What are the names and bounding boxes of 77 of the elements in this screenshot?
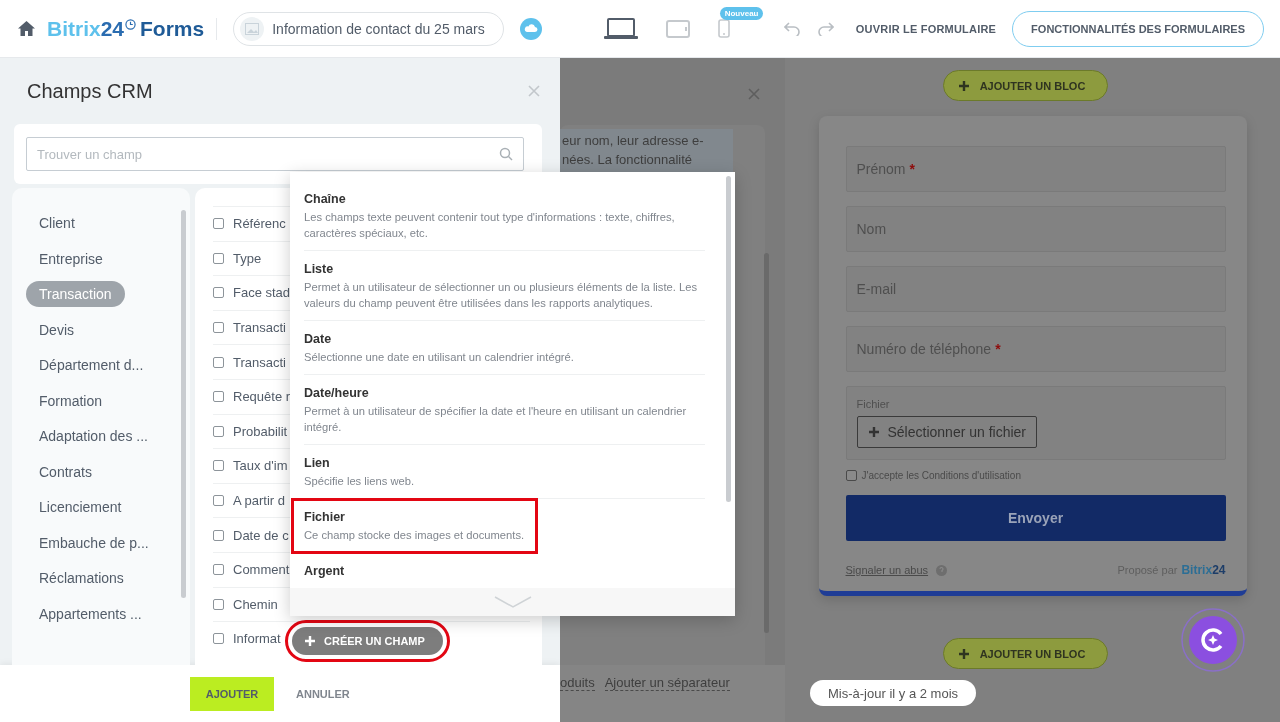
category-item[interactable]: Licenciement (26, 494, 135, 520)
update-status: Mis-à-jour il y a 2 mois (810, 680, 977, 706)
field-label: Requête r (233, 389, 291, 405)
new-badge: Nouveau (719, 7, 764, 20)
plus-icon (867, 426, 880, 438)
menu-item[interactable]: Lien Spécifie les liens web. (304, 445, 705, 499)
checkbox[interactable] (213, 564, 224, 576)
required-mark: * (909, 161, 915, 177)
field-label: Probabilit (233, 423, 288, 439)
add-block-button[interactable]: AJOUTER UN BLOC (942, 638, 1109, 669)
plus-icon (304, 635, 316, 647)
required-mark: * (995, 341, 1001, 357)
laptop-icon[interactable] (603, 17, 638, 40)
phone-icon[interactable] (717, 19, 730, 38)
plus-icon (957, 647, 970, 660)
tablet-icon[interactable] (665, 19, 690, 38)
open-form-link[interactable]: OUVRIR LE FORMULAIRE (855, 22, 997, 35)
checkbox[interactable] (213, 425, 224, 437)
field-label: Taux d'im (233, 458, 288, 474)
menu-item[interactable]: Date/heure Permet à un utilisateur de spécifier la date et l'heure en utilisant un calendrier intégré. (304, 375, 705, 445)
cancel-button[interactable]: ANNULER (290, 686, 356, 701)
redo-icon[interactable] (817, 21, 834, 36)
scrollbar[interactable] (726, 176, 731, 502)
category-item[interactable]: Appartements ... (26, 600, 155, 627)
field-label: Comment (233, 562, 290, 578)
undo-icon[interactable] (783, 21, 800, 36)
checkbox[interactable] (213, 252, 224, 264)
menu-item[interactable]: Chaîne Les champs texte peuvent contenir tout type d'informations : texte, chiffres, caractères spéciaux, etc. (304, 181, 705, 251)
checkbox[interactable] (213, 356, 224, 368)
add-button[interactable]: AJOUTER (190, 676, 274, 711)
menu-item[interactable]: Date Sélectionne une date en utilisant un calendrier intégré. (304, 321, 705, 375)
field-label: Face stad (233, 285, 291, 301)
checkbox[interactable] (213, 598, 224, 610)
category-item[interactable]: Formation (26, 387, 116, 414)
checkbox[interactable] (213, 495, 224, 507)
category-item[interactable]: Département d... (26, 352, 157, 378)
field-label: Chemin (233, 596, 278, 612)
category-item[interactable]: Entreprise (26, 245, 116, 272)
checkbox[interactable] (845, 470, 857, 481)
field-label: Date de c (233, 527, 289, 543)
field-label: Transacti (233, 320, 286, 336)
category-item[interactable]: Embauche de p... (26, 529, 162, 556)
search-field[interactable]: Trouver un champ (26, 137, 524, 171)
app-logo[interactable]: Bitrix24 Forms (47, 16, 205, 41)
category-item[interactable]: Client (26, 210, 88, 236)
search-icon (499, 147, 513, 161)
category-item[interactable]: Contrats (26, 458, 105, 485)
checkbox[interactable] (213, 322, 224, 334)
field-label: Informat (233, 631, 281, 647)
consent-label: J'accepte les Conditions d'utilisation (861, 470, 1021, 481)
category-item[interactable]: Adaptation des ... (26, 423, 161, 449)
add-block-button[interactable]: AJOUTER UN BLOC (942, 70, 1109, 101)
field-label: Transacti (233, 354, 286, 370)
checkbox[interactable] (213, 287, 224, 299)
checkbox[interactable] (213, 529, 224, 541)
menu-item[interactable]: Fichier Ce champ stocke des images et documents. (292, 499, 537, 553)
checkbox[interactable] (213, 391, 224, 403)
close-icon[interactable] (748, 88, 760, 100)
form-features-button[interactable]: FONCTIONNALITÉS DES FORMULAIRES (1012, 10, 1264, 47)
checkbox[interactable] (213, 218, 224, 230)
checkbox[interactable] (213, 460, 224, 472)
field-label: Type (233, 250, 262, 266)
category-item[interactable]: Réclamations (26, 565, 137, 591)
image-icon (245, 22, 260, 35)
plus-icon (957, 79, 970, 92)
assistant-button[interactable] (1181, 608, 1245, 672)
checkbox[interactable] (213, 633, 224, 645)
cloud-icon[interactable] (519, 17, 542, 40)
panel-title: Champs CRM (27, 79, 153, 103)
field-label: Référenc (233, 216, 286, 232)
scrollbar[interactable] (181, 210, 186, 598)
home-icon[interactable] (18, 21, 35, 36)
submit-button[interactable]: Envoyer (845, 495, 1226, 541)
description-text: eur nom, leur adresse e- nées. La fonctionnalité (560, 129, 733, 173)
menu-item[interactable]: Liste Permet à un utilisateur de sélectionner un ou plusieurs éléments de la liste. Les valeurs du champ peuvent être utilisées dans les rapports analytiques. (304, 251, 705, 321)
category-item[interactable]: Devis (26, 316, 87, 343)
field-label: A partir d (233, 493, 286, 509)
